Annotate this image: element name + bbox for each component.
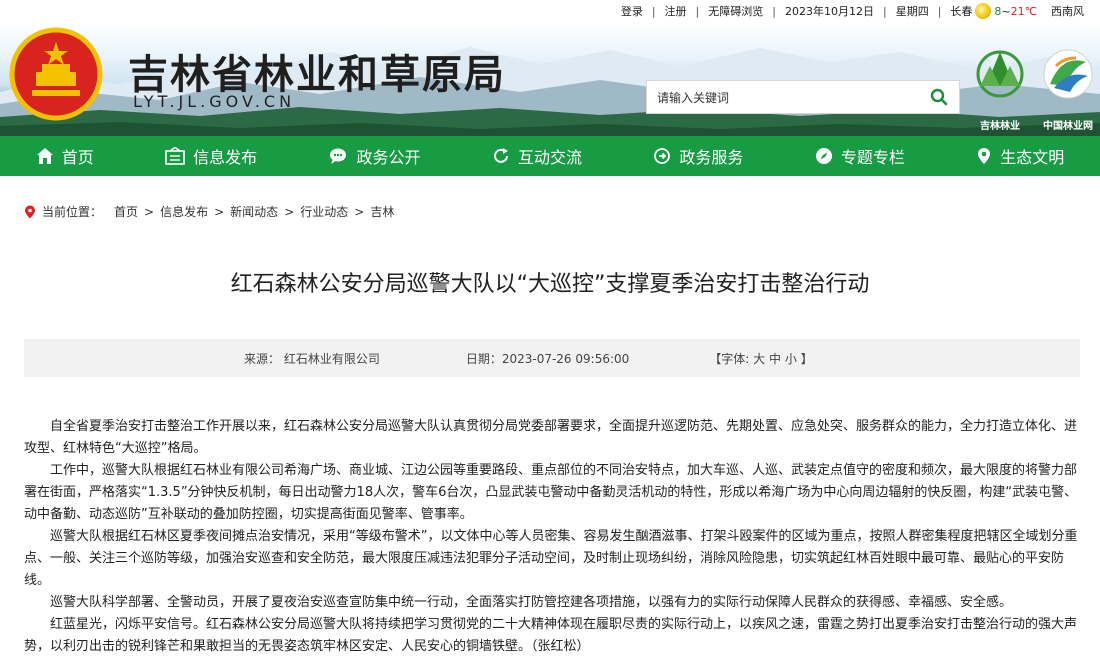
breadcrumb-home[interactable]: 首页: [114, 203, 138, 220]
nav-item-label: 专题专栏: [840, 148, 905, 167]
divider: |: [772, 4, 776, 18]
home-icon: [36, 148, 53, 164]
weather-city: 长春: [950, 5, 973, 18]
china-forestry-network-logo[interactable]: 中国林业网: [1036, 40, 1100, 132]
nav-item-label: 政务公开: [356, 148, 421, 167]
nav-item-special-topics[interactable]: 专题专栏: [815, 144, 905, 168]
font-size-prefix: 【字体:: [709, 351, 750, 366]
article-paragraph: 巡警大队根据红石林区夏季夜间摊点治安情况，采用“等级布警术”，以文体中心等人员密…: [24, 529, 1078, 588]
article-date: 日期：2023-07-26 09:56:00: [465, 351, 630, 366]
divider: |: [937, 4, 942, 18]
breadcrumb-label: 当前位置：: [42, 205, 103, 219]
breadcrumb-separator: >: [284, 204, 295, 219]
login-link[interactable]: 登录: [621, 3, 643, 19]
divider: |: [695, 4, 700, 18]
national-emblem-icon: [9, 27, 103, 121]
china-forestry-network-caption: 中国林业网: [1043, 121, 1093, 132]
register-link[interactable]: 注册: [665, 3, 687, 19]
article-meta-bar: 来源： 红石林业有限公司 日期：2023-07-26 09:56:00 【字体:…: [24, 339, 1080, 377]
nav-item-label: 生态文明: [1000, 148, 1065, 167]
breadcrumb-jilin[interactable]: 吉林: [370, 203, 394, 220]
article-title: 红石森林公安分局巡警大队以“大巡控”支撑夏季治安打击整治行动: [230, 272, 870, 297]
article-body: 自全省夏季治安打击整治工作开展以来，红石森林公安分局巡警大队认真贯彻分局党委部署…: [24, 416, 1084, 658]
breadcrumb-info-release[interactable]: 信息发布: [160, 203, 208, 220]
font-size-control: 【字体: 大 中 小 】: [709, 350, 812, 367]
font-size-medium-button[interactable]: 中: [769, 352, 781, 366]
divider: |: [651, 4, 656, 18]
nav-item-gov-affairs[interactable]: 政务公开: [329, 144, 421, 168]
article-paragraph: 自全省夏季治安打击整治工作开展以来，红石森林公安分局巡警大队认真贯彻分局党委部署…: [24, 419, 1078, 456]
article-paragraph: 工作中，巡警大队根据红石林业有限公司希海广场、商业城、江边公园等重要路段、重点部…: [24, 463, 1078, 522]
site-domain: LYT.JL.GOV.CN: [133, 92, 296, 111]
article-paragraph: 红蓝星光，闪烁平安信号。红石森林公安分局巡警大队将持续把学习贯彻党的二十大精神体…: [24, 617, 1078, 654]
main-nav: 首页 信息发布 政务公开 互动交流 政务服务 专题专栏 生态文明: [0, 136, 1100, 176]
divider: |: [882, 4, 887, 18]
temp-separator: ~: [1001, 4, 1011, 18]
forestry-network-logo-icon: [1043, 49, 1093, 99]
search-box: [646, 80, 960, 115]
nav-item-label: 政务服务: [679, 148, 744, 167]
weekday: 星期四: [895, 5, 929, 18]
jilin-forestry-logo[interactable]: 吉林林业: [968, 40, 1032, 132]
compass-icon: [815, 148, 832, 164]
search-button[interactable]: [919, 81, 959, 113]
current-date: 2023年10月12日: [784, 5, 874, 18]
temp-low: 8: [994, 4, 1002, 18]
breadcrumb-industry-news[interactable]: 行业动态: [300, 203, 348, 220]
breadcrumb-news[interactable]: 新闻动态: [230, 203, 278, 220]
nav-item-label: 信息发布: [193, 148, 258, 167]
info-icon: [165, 147, 185, 165]
top-utility-bar: 登录 | 注册 | 无障碍浏览 | 2023年10月12日 | 星期四 | 长春…: [0, 0, 1100, 22]
site-header: 吉林省林业和草原局 LYT.JL.GOV.CN 吉林林业 中国林业网: [0, 22, 1100, 136]
search-icon: [930, 88, 948, 106]
wind-direction: 西南风: [1051, 5, 1084, 18]
nav-item-home[interactable]: 首页: [36, 144, 94, 168]
temp-high: 21℃: [1010, 4, 1037, 18]
location-icon: [978, 148, 991, 164]
nav-item-eco-civilization[interactable]: 生态文明: [976, 144, 1064, 168]
refresh-icon: [494, 148, 508, 163]
breadcrumb: 当前位置： 首页 > 信息发布 > 新闻动态 > 行业动态 > 吉林: [24, 203, 394, 220]
font-size-large-button[interactable]: 大: [753, 352, 765, 366]
sun-icon: [975, 3, 992, 19]
breadcrumb-separator: >: [214, 204, 225, 219]
font-size-suffix: 】: [800, 351, 813, 366]
nav-item-label: 互动交流: [517, 148, 582, 167]
nav-item-interaction[interactable]: 互动交流: [492, 144, 582, 168]
chat-icon: [329, 148, 346, 164]
location-pin-icon: [25, 205, 35, 218]
nav-item-info-release[interactable]: 信息发布: [165, 144, 257, 168]
nav-item-gov-services[interactable]: 政务服务: [653, 144, 743, 168]
service-icon: [654, 148, 671, 164]
jilin-forestry-caption: 吉林林业: [980, 121, 1020, 132]
breadcrumb-separator: >: [354, 204, 365, 219]
font-size-small-button[interactable]: 小: [785, 352, 797, 366]
search-input[interactable]: [647, 81, 929, 115]
article-paragraph: 巡警大队科学部署、全警动员，开展了夏夜治安巡查宣防集中统一行动，全面落实打防管控…: [50, 595, 1013, 610]
nav-item-label: 首页: [61, 148, 94, 167]
breadcrumb-separator: >: [144, 204, 155, 219]
tree-logo-icon: [976, 50, 1024, 98]
accessible-browse-link[interactable]: 无障碍浏览: [708, 3, 763, 19]
article-source: 来源： 红石林业有限公司: [244, 351, 380, 366]
